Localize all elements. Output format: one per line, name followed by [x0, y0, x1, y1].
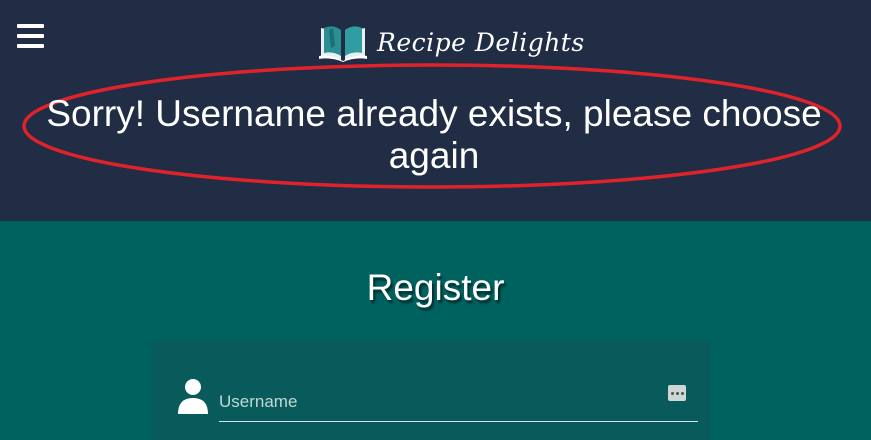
brand-logo[interactable]: Recipe Delights — [319, 20, 585, 64]
brand-name: Recipe Delights — [377, 27, 585, 57]
username-input[interactable] — [219, 382, 698, 422]
password-manager-icon[interactable] — [668, 385, 686, 401]
hamburger-menu-icon[interactable] — [17, 24, 44, 48]
register-form-card — [153, 340, 710, 440]
user-icon — [178, 379, 208, 414]
open-book-icon — [319, 26, 367, 62]
flash-message-text: Sorry! Username already exists, please c… — [46, 93, 822, 176]
flash-message: Sorry! Username already exists, please c… — [20, 62, 848, 192]
site-header: Recipe Delights Sorry! Username already … — [0, 0, 871, 221]
register-title: Register — [366, 267, 505, 308]
